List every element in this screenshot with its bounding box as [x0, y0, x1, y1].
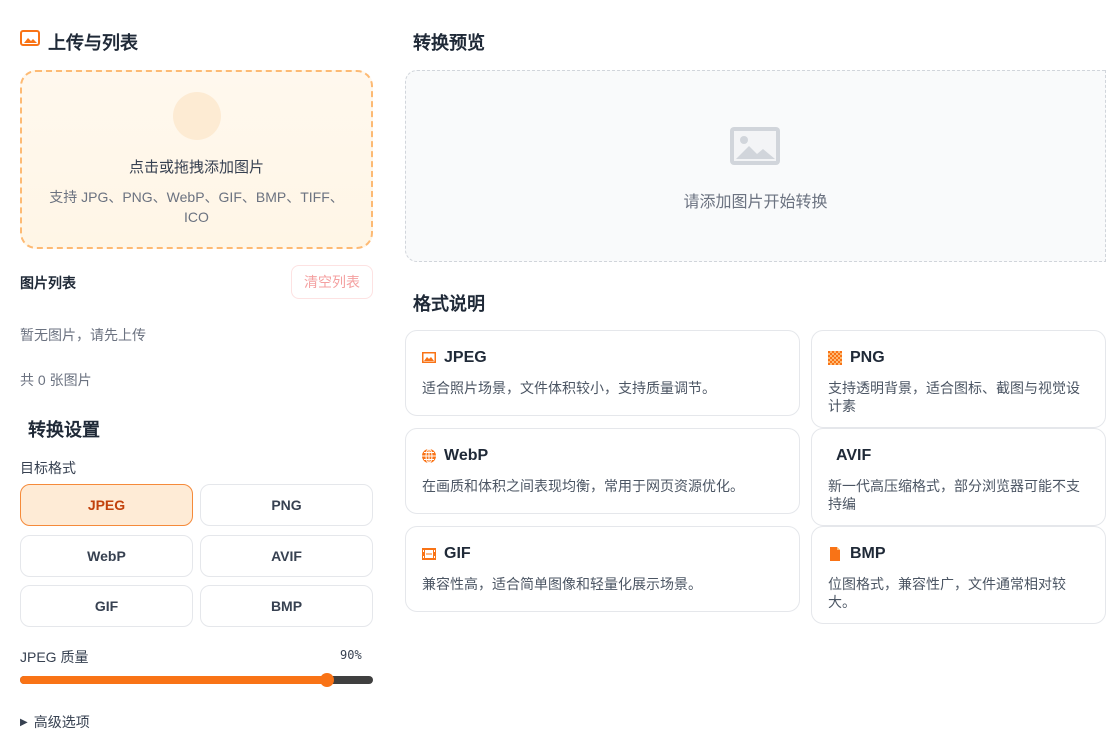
format-card-avif: AVIF 新一代高压缩格式，部分浏览器可能不支持编 [811, 428, 1106, 526]
file-icon [828, 547, 842, 561]
card-title: JPEG [444, 349, 487, 366]
empty-list-text: 暂无图片，请先上传 [20, 327, 146, 343]
card-title: AVIF [836, 447, 872, 464]
format-gif-button[interactable]: GIF [20, 585, 193, 627]
image-icon [20, 30, 40, 46]
drop-subtitle: 支持 JPG、PNG、WebP、GIF、BMP、TIFF、ICO [49, 189, 344, 225]
card-description: 在画质和体积之间表现均衡，常用于网页资源优化。 [422, 478, 744, 494]
quality-label: JPEG 质量 [20, 649, 89, 665]
card-description: 新一代高压缩格式，部分浏览器可能不支持编 [828, 478, 1080, 512]
card-title-row: JPEG [422, 349, 783, 367]
drop-title: 点击或拖拽添加图片 [128, 159, 264, 176]
film-icon [422, 547, 436, 561]
clear-list-button[interactable]: 清空列表 [291, 265, 373, 299]
card-title-row: AVIF [828, 447, 1089, 465]
list-title: 图片列表 [20, 275, 76, 291]
upload-dropzone[interactable]: 点击或拖拽添加图片 支持 JPG、PNG、WebP、GIF、BMP、TIFF、I… [20, 70, 373, 249]
triangle-right-icon: ▶ [20, 716, 28, 728]
format-card-webp: WebP 在画质和体积之间表现均衡，常用于网页资源优化。 [405, 428, 800, 514]
card-title: GIF [444, 545, 471, 562]
format-info-title: 格式说明 [413, 294, 485, 314]
card-title-row: GIF [422, 545, 783, 563]
card-description: 位图格式，兼容性广，文件通常相对较大。 [828, 576, 1066, 610]
advanced-options-label: 高级选项 [33, 714, 90, 730]
upload-title: 上传与列表 [48, 33, 138, 53]
card-title-row: BMP [828, 545, 1089, 563]
format-png-button[interactable]: PNG [200, 484, 373, 526]
format-webp-button[interactable]: WebP [20, 535, 193, 577]
preview-empty-text: 请添加图片开始转换 [683, 194, 828, 211]
format-bmp-button[interactable]: BMP [200, 585, 373, 627]
checker-icon [828, 351, 842, 365]
preview-area: 请添加图片开始转换 [405, 70, 1106, 262]
card-title-row: PNG [828, 349, 1089, 367]
format-card-bmp: BMP 位图格式，兼容性广，文件通常相对较大。 [811, 526, 1106, 624]
quality-slider-fill [20, 676, 328, 684]
quality-slider-thumb[interactable] [320, 673, 334, 687]
globe-icon [422, 449, 436, 463]
format-card-jpeg: JPEG 适合照片场景，文件体积较小，支持质量调节。 [405, 330, 800, 416]
settings-title: 转换设置 [28, 420, 100, 440]
card-description: 适合照片场景，文件体积较小，支持质量调节。 [422, 380, 716, 396]
image-placeholder-icon [730, 127, 780, 165]
image-icon [422, 351, 436, 365]
card-description: 兼容性高，适合简单图像和轻量化展示场景。 [422, 576, 702, 592]
card-title: PNG [850, 349, 885, 366]
format-card-png: PNG 支持透明背景，适合图标、截图与视觉设计素 [811, 330, 1106, 428]
format-avif-button[interactable]: AVIF [200, 535, 373, 577]
card-description: 支持透明背景，适合图标、截图与视觉设计素 [828, 380, 1080, 414]
format-card-gif: GIF 兼容性高，适合简单图像和轻量化展示场景。 [405, 526, 800, 612]
upload-icon [172, 92, 221, 140]
advanced-options-toggle[interactable]: ▶ 高级选项 [20, 712, 90, 732]
quality-value: 90% [340, 648, 362, 662]
target-format-label: 目标格式 [20, 460, 76, 476]
card-title-row: WebP [422, 447, 783, 465]
image-count: 共 0 张图片 [20, 372, 92, 388]
preview-title: 转换预览 [413, 33, 485, 53]
format-jpeg-button[interactable]: JPEG [20, 484, 193, 526]
card-title: WebP [444, 447, 489, 464]
card-title: BMP [850, 545, 886, 562]
